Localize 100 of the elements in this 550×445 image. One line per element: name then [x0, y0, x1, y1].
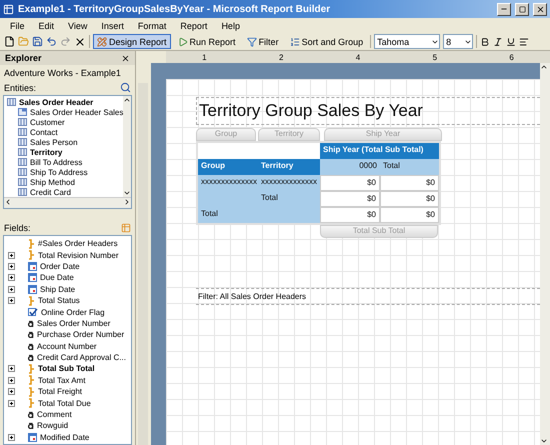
table-icon — [18, 138, 27, 146]
calendar-icon — [28, 273, 37, 282]
toolbar-button[interactable]: Design Report — [93, 34, 171, 49]
entity-item[interactable]: Bill To Address — [4, 157, 124, 167]
italic-icon[interactable] — [493, 36, 504, 46]
field-item[interactable]: #Sales Order Headers — [4, 238, 131, 250]
expand-icon[interactable] — [8, 400, 15, 407]
text-type-icon — [28, 422, 34, 430]
table-cell: Group — [198, 159, 258, 175]
scrollbar[interactable] — [123, 96, 131, 197]
menu-item[interactable]: View — [68, 20, 88, 30]
font-select[interactable]: Tahoma — [374, 34, 440, 49]
entity-item[interactable]: Ship Method — [4, 177, 124, 187]
table-cell: 0000 — [320, 159, 380, 175]
expand-icon[interactable] — [8, 286, 15, 293]
entity-item[interactable]: Sales Order Header — [4, 97, 124, 107]
undo-icon[interactable] — [46, 36, 57, 47]
entity-item[interactable]: Ship To Address — [4, 167, 124, 177]
scroll-left-icon[interactable] — [4, 198, 12, 206]
field-item[interactable]: Total Status — [4, 294, 131, 306]
menu-item[interactable]: Report — [180, 20, 208, 30]
table-icon — [18, 118, 27, 126]
expand-icon[interactable] — [8, 365, 15, 372]
expand-icon[interactable] — [8, 274, 15, 282]
field-item[interactable]: Total Revision Number — [4, 249, 131, 261]
table-cell: $0 — [320, 175, 380, 191]
field-item[interactable]: Total Total Due — [4, 397, 131, 409]
maximize-button[interactable] — [515, 2, 529, 16]
field-item[interactable]: Total Sub Total — [4, 363, 131, 375]
scrollbar[interactable] — [540, 63, 550, 445]
scroll-down-icon[interactable] — [540, 437, 548, 445]
text-type-icon — [28, 331, 34, 338]
ruler-number: 2 — [278, 52, 284, 62]
report-title[interactable]: Territory Group Sales By Year — [196, 97, 540, 125]
field-item[interactable]: Ship Date — [4, 284, 131, 295]
field-item[interactable]: Total Freight — [4, 386, 131, 398]
field-item[interactable]: Account Number — [4, 340, 131, 352]
menu-item[interactable]: Help — [221, 20, 240, 30]
field-item[interactable]: Purchase Order Number — [4, 329, 131, 341]
new-icon[interactable] — [4, 36, 15, 47]
panel-title: Explorer — [5, 53, 42, 63]
bold-icon[interactable] — [480, 36, 490, 46]
align-left-icon[interactable] — [519, 36, 530, 46]
size-select[interactable]: 8 — [443, 34, 474, 49]
scroll-down-icon[interactable] — [123, 189, 131, 197]
table-icon — [18, 158, 27, 166]
expand-icon[interactable] — [8, 376, 15, 384]
entity-item[interactable]: Sales Order Header Sales — [4, 107, 124, 117]
scroll-up-icon[interactable] — [123, 96, 131, 104]
field-item[interactable]: Credit Card Approval C... — [4, 352, 131, 364]
menu-item[interactable]: Edit — [38, 20, 54, 30]
calendar-icon — [28, 262, 37, 271]
table-cell: Territory — [258, 159, 320, 175]
entity-item[interactable]: Territory — [4, 147, 124, 157]
scrollbar[interactable] — [4, 197, 131, 208]
field-item[interactable]: Rowguid — [4, 420, 131, 432]
field-item[interactable]: Total Tax Amt — [4, 374, 131, 386]
field-item[interactable]: Order Date — [4, 260, 131, 272]
checkbox-icon — [28, 308, 38, 317]
close-button[interactable] — [533, 2, 547, 16]
menu-item[interactable]: Format — [138, 20, 166, 30]
entity-item[interactable]: Sales Person — [4, 137, 124, 147]
entity-item[interactable]: Customer — [4, 117, 124, 127]
table-icon — [18, 178, 27, 186]
field-item[interactable]: Due Date — [4, 272, 131, 284]
calendar-icon — [28, 432, 37, 442]
toolbar-button[interactable]: Filter — [242, 34, 283, 49]
expand-icon[interactable] — [8, 262, 15, 270]
field-item[interactable]: Online Order Flag — [4, 306, 131, 318]
expand-icon[interactable] — [8, 297, 15, 304]
menu-item[interactable]: File — [10, 20, 25, 30]
filter-text[interactable]: Filter: All Sales Order Headers — [196, 288, 540, 305]
expand-icon[interactable] — [8, 252, 15, 259]
close-icon[interactable] — [121, 54, 130, 62]
scroll-right-icon[interactable] — [123, 198, 131, 206]
app-icon — [3, 4, 14, 14]
field-item[interactable]: Sales Order Number — [4, 318, 131, 330]
pencil-ruler-icon — [97, 36, 107, 46]
entity-item[interactable]: Contact — [4, 127, 124, 137]
save-icon[interactable] — [32, 36, 43, 47]
table-icon — [18, 168, 27, 176]
entities-label: Entities: — [4, 82, 36, 92]
table-cell: $0 — [380, 207, 439, 223]
table-cell: Total — [258, 191, 320, 207]
search-icon[interactable] — [120, 82, 131, 93]
minimize-button[interactable] — [497, 2, 511, 16]
entity-item[interactable]: Credit Card — [4, 187, 124, 197]
toolbar-button[interactable]: Run Report — [174, 34, 240, 49]
scroll-up-icon[interactable] — [540, 63, 548, 71]
toolbar-button[interactable]: Sort and Group — [286, 34, 368, 49]
table-icon — [7, 98, 16, 106]
table-icon — [18, 128, 27, 136]
delete-icon[interactable] — [74, 36, 86, 48]
menu-item[interactable]: Insert — [101, 20, 124, 30]
underline-icon[interactable] — [506, 36, 516, 46]
expand-icon[interactable] — [8, 434, 15, 441]
field-item[interactable]: Modified Date — [4, 432, 131, 444]
field-item[interactable]: Comment — [4, 408, 131, 420]
expand-icon[interactable] — [8, 388, 15, 396]
ruler-number: 6 — [509, 52, 514, 62]
